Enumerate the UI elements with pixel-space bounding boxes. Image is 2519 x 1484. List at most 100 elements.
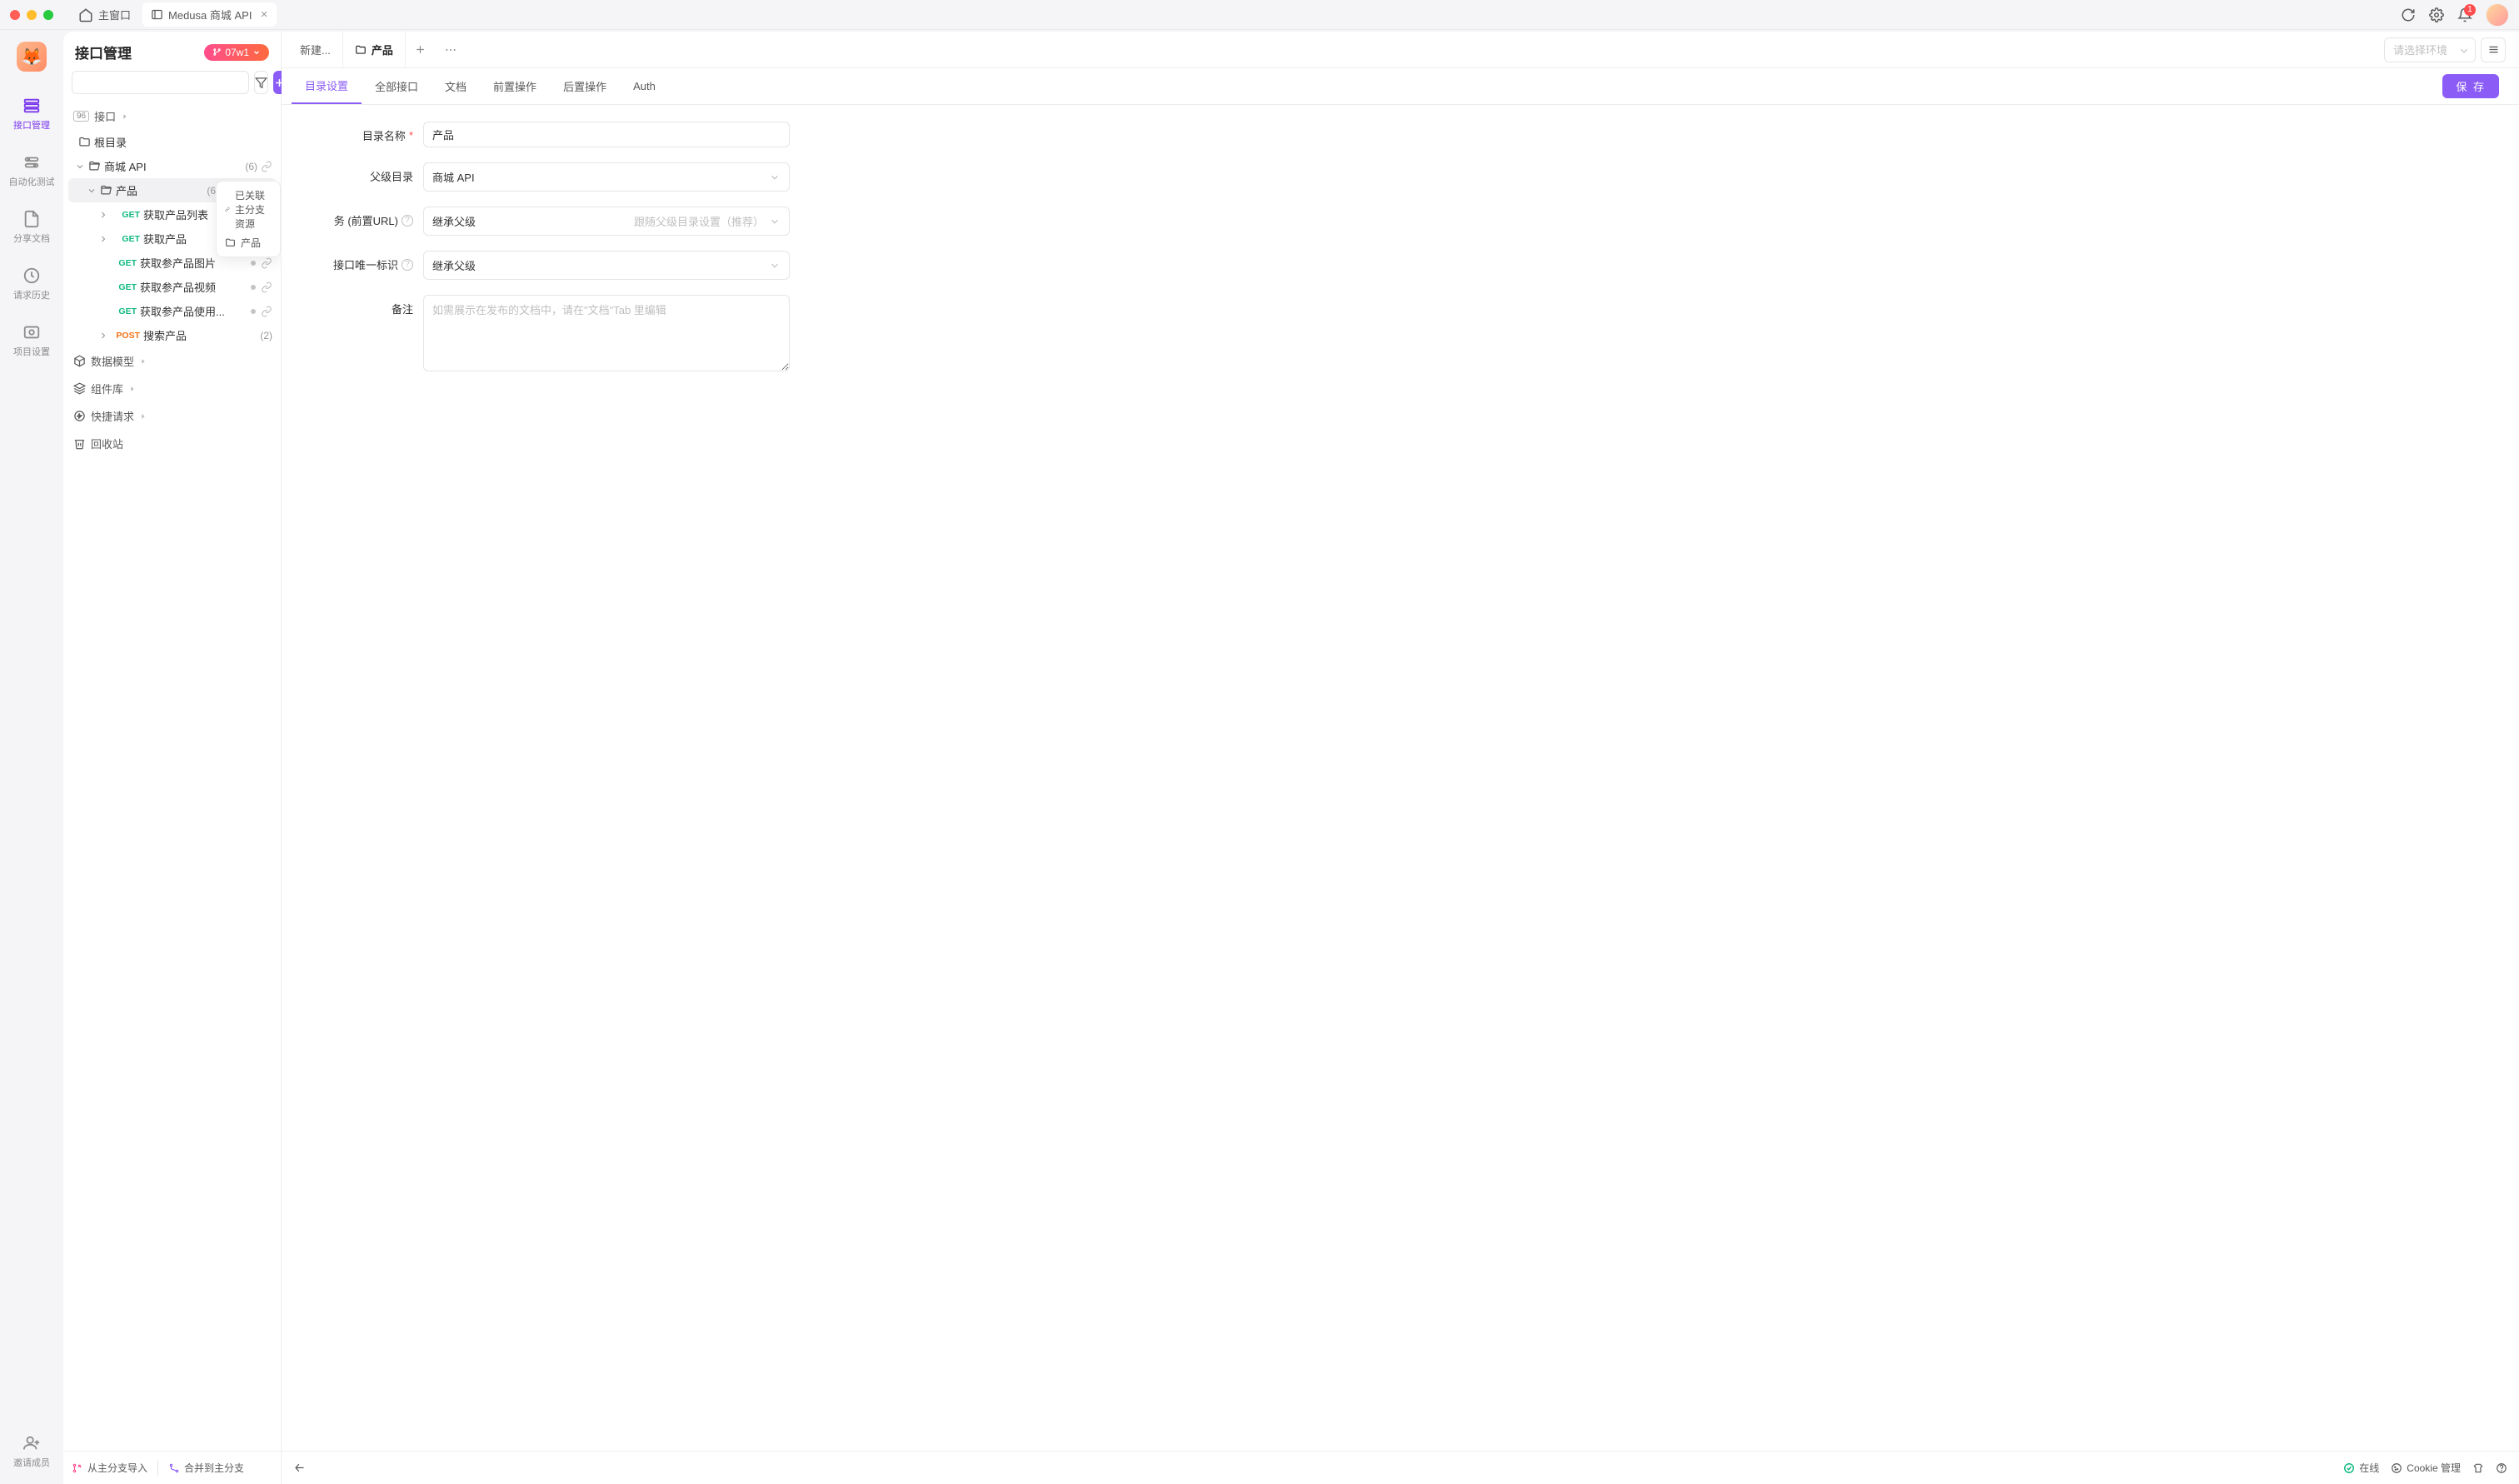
sidebar-footer: 从主分支导入 合并到主分支 <box>63 1451 281 1484</box>
notif-badge: 1 <box>2464 4 2476 16</box>
sub-tab-all-api[interactable]: 全部接口 <box>362 68 431 104</box>
collapse-icon <box>293 1462 306 1474</box>
footer-help-button[interactable] <box>2496 1462 2507 1474</box>
rail-api-mgmt[interactable]: 接口管理 <box>0 93 63 135</box>
tree-label: 根目录 <box>94 134 272 150</box>
collapse-sidebar-button[interactable] <box>293 1462 306 1474</box>
service-url-select[interactable]: 继承父级 跟随父级目录设置（推荐） <box>423 207 790 236</box>
rail-automation[interactable]: 自动化测试 <box>0 150 63 192</box>
sync-icon[interactable] <box>2401 7 2416 22</box>
tab-label: 产品 <box>372 42 393 57</box>
layers-icon <box>73 382 86 395</box>
select-value: 继承父级 <box>432 213 476 229</box>
user-avatar[interactable] <box>2486 3 2509 27</box>
footer-tool-1[interactable] <box>2472 1462 2484 1474</box>
tree-endpoint[interactable]: POST 搜索产品 (2) <box>68 323 276 347</box>
help-icon[interactable]: ? <box>402 259 413 271</box>
select-value: 继承父级 <box>432 257 476 273</box>
tree-section-quick-request[interactable]: 快捷请求 <box>68 402 276 430</box>
main-footer: 在线 Cookie 管理 <box>282 1451 2519 1484</box>
tree-count: (6) <box>245 161 257 172</box>
search-input[interactable] <box>72 71 249 94</box>
sub-tab-dir-settings[interactable]: 目录设置 <box>292 68 362 104</box>
filter-button[interactable] <box>254 71 268 94</box>
popover-res-name: 产品 <box>241 236 261 250</box>
tree-section-recycle-bin[interactable]: 回收站 <box>68 430 276 457</box>
tree-root-folder[interactable]: 根目录 <box>68 130 276 154</box>
env-select[interactable]: 请选择环境 <box>2384 37 2476 62</box>
tree-endpoint[interactable]: GET 获取参产品视频 <box>68 275 276 299</box>
main-window-tab-label: 主窗口 <box>98 7 131 22</box>
tree-section-api[interactable]: 96 接口 <box>68 102 276 130</box>
close-window-button[interactable] <box>10 10 20 20</box>
tree-mall-api[interactable]: 商城 API (6) <box>68 154 276 178</box>
folder-open-icon <box>88 160 101 172</box>
remark-textarea[interactable] <box>423 295 790 371</box>
branch-icon <box>212 47 222 57</box>
chevron-right-icon <box>98 210 108 220</box>
method-badge: GET <box>112 234 140 244</box>
branch-button[interactable]: 07w1 <box>204 44 269 61</box>
online-status[interactable]: 在线 <box>2343 1461 2379 1475</box>
rail-project-settings[interactable]: 项目设置 <box>0 320 63 361</box>
cube-icon <box>73 355 86 367</box>
api-icon <box>22 97 41 115</box>
sub-tab-auth[interactable]: Auth <box>620 68 669 104</box>
sub-tab-post-op[interactable]: 后置操作 <box>550 68 620 104</box>
mf-label: Cookie 管理 <box>2407 1461 2461 1475</box>
tree-section-label: 数据模型 <box>91 353 134 369</box>
link-icon[interactable] <box>261 281 272 293</box>
rail-request-history[interactable]: 请求历史 <box>0 263 63 305</box>
link-icon[interactable] <box>261 161 272 172</box>
dir-name-input[interactable] <box>423 122 790 147</box>
add-tab-button[interactable] <box>406 32 436 67</box>
rail-invite-members[interactable]: 邀请成员 <box>0 1431 63 1472</box>
main-area: 新建... 产品 请选择环境 <box>282 32 2519 1484</box>
close-tab-button[interactable]: ✕ <box>260 9 267 20</box>
form-area: 目录名称 * 父级目录 商城 API <box>282 105 2519 1451</box>
notifications-icon[interactable]: 1 <box>2457 7 2472 22</box>
chevron-down-icon <box>75 162 85 172</box>
help-icon[interactable]: ? <box>402 215 413 227</box>
env-placeholder: 请选择环境 <box>2393 42 2447 57</box>
tree-label: 商城 API <box>104 158 242 174</box>
rail-share-docs[interactable]: 分享文档 <box>0 207 63 248</box>
main-tab-product[interactable]: 产品 <box>343 32 406 67</box>
tree-endpoint[interactable]: GET 获取参产品使用... <box>68 299 276 323</box>
branch-merge-icon <box>168 1462 180 1474</box>
tree-section-data-model[interactable]: 数据模型 <box>68 347 276 375</box>
link-icon[interactable] <box>261 306 272 317</box>
tree-section-label: 快捷请求 <box>91 408 134 424</box>
filter-icon <box>255 77 267 89</box>
sub-tab-docs[interactable]: 文档 <box>431 68 480 104</box>
trash-icon <box>73 437 86 450</box>
tree-label: 获取参产品视频 <box>140 279 247 295</box>
caret-right-icon <box>121 112 129 121</box>
env-settings-button[interactable] <box>2481 37 2506 62</box>
branch-label: 07w1 <box>225 47 249 58</box>
api-count-badge: 96 <box>73 111 89 122</box>
caret-right-icon <box>139 357 147 366</box>
save-button[interactable]: 保 存 <box>2442 74 2499 98</box>
main-tabs: 新建... 产品 请选择环境 <box>282 32 2519 68</box>
sub-tab-pre-op[interactable]: 前置操作 <box>480 68 550 104</box>
app-logo[interactable]: 🦊 <box>17 42 47 72</box>
automation-icon <box>22 153 41 172</box>
main-tab-new[interactable]: 新建... <box>288 32 343 67</box>
merge-to-main-button[interactable]: 合并到主分支 <box>168 1461 244 1475</box>
tree-section-component-lib[interactable]: 组件库 <box>68 375 276 402</box>
cookie-mgmt-button[interactable]: Cookie 管理 <box>2391 1461 2461 1475</box>
caret-right-icon <box>128 385 137 393</box>
main-window-tab[interactable]: 主窗口 <box>70 2 139 27</box>
minimize-window-button[interactable] <box>27 10 37 20</box>
settings-icon[interactable] <box>2429 7 2444 22</box>
maximize-window-button[interactable] <box>43 10 53 20</box>
unique-id-select[interactable]: 继承父级 <box>423 251 790 280</box>
chevron-down-icon <box>252 48 261 57</box>
parent-dir-select[interactable]: 商城 API <box>423 162 790 192</box>
project-tab[interactable]: Medusa 商城 API ✕ <box>142 2 277 27</box>
import-from-main-button[interactable]: 从主分支导入 <box>72 1461 147 1475</box>
link-icon[interactable] <box>261 257 272 269</box>
more-tabs-button[interactable] <box>436 32 466 67</box>
tree-count: (2) <box>260 330 272 341</box>
